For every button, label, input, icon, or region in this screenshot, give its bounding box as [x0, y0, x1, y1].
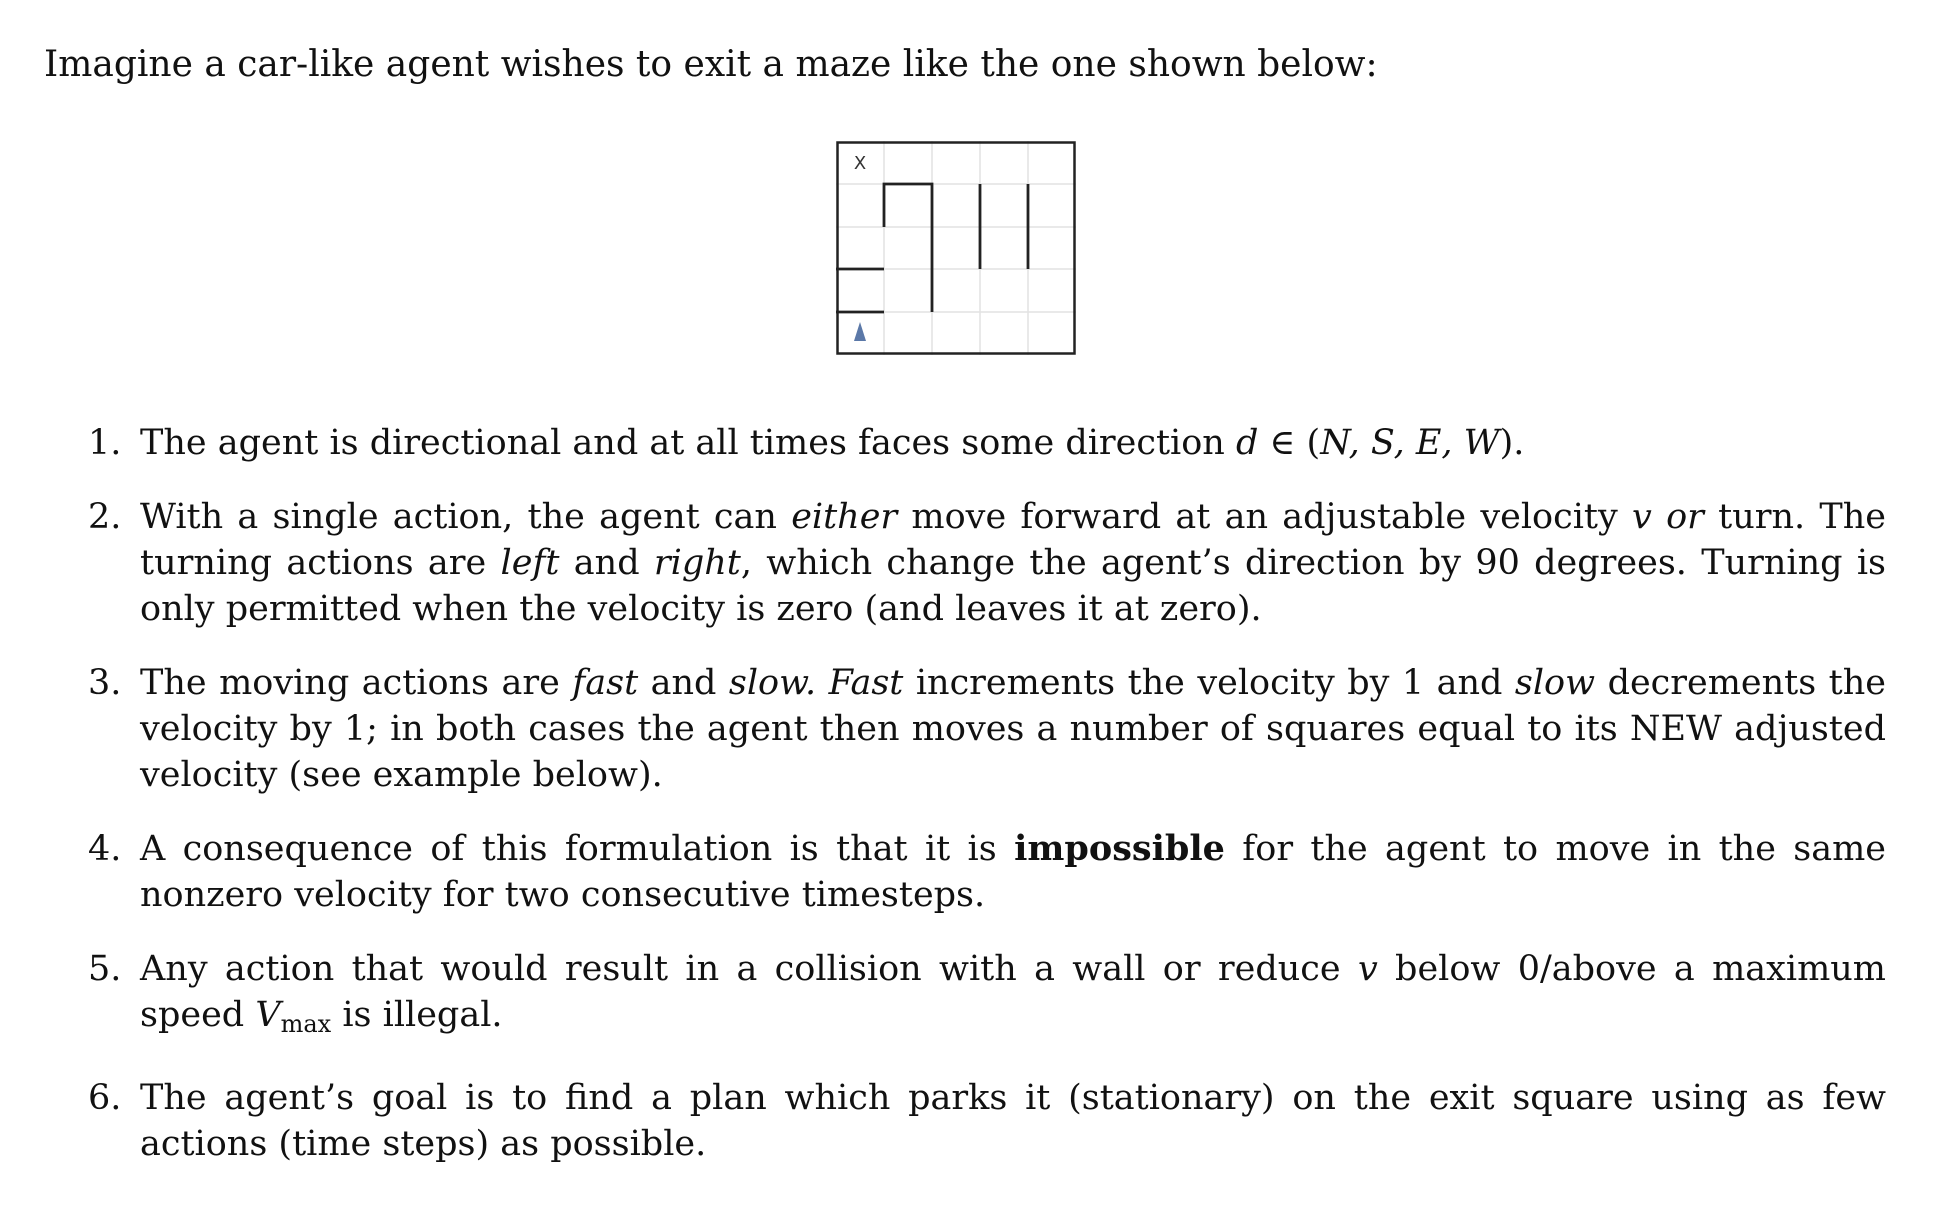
text-run: ).: [1499, 423, 1525, 463]
maze-walls: [836, 182, 1030, 314]
text-run: increments the velocity by 1 and: [903, 663, 1515, 703]
text-run: The agent is directional and at all time…: [140, 423, 1236, 463]
text-run: Any action that would result in a collis…: [140, 949, 1358, 989]
list-item-number: 3.: [88, 663, 122, 703]
math-symbol: d: [1235, 423, 1259, 463]
emphasis-text: slow: [1514, 663, 1596, 703]
maze-grid: X: [836, 141, 1076, 355]
text-run: [816, 663, 828, 703]
math-symbol: V: [255, 995, 281, 1035]
list-item-number: 1.: [88, 423, 122, 463]
list-item: 5. Any action that would result in a coll…: [88, 946, 1886, 1047]
list-item-number: 4.: [88, 829, 122, 869]
emphasis-text: left: [500, 543, 560, 583]
text-run: [1652, 497, 1666, 537]
document-page: Imagine a car-like agent wishes to exit …: [0, 0, 1958, 1206]
list-item-text: The agent is directional and at all time…: [140, 420, 1886, 466]
list-item: 1. The agent is directional and at all ti…: [88, 420, 1886, 466]
list-item: 2. With a single action, the agent can ei…: [88, 494, 1886, 632]
math-symbol: N, S, E, W: [1320, 423, 1500, 463]
maze-figure: X: [836, 141, 1076, 355]
bold-text: impossible: [1014, 828, 1225, 869]
list-item-text: The agent’s goal is to find a plan which…: [140, 1075, 1886, 1167]
text-run: and: [638, 663, 729, 703]
math-symbol: v: [1357, 949, 1378, 989]
list-item: 4. A consequence of this formulation is t…: [88, 826, 1886, 918]
emphasis-text: slow.: [728, 663, 817, 703]
exit-marker: X: [854, 153, 866, 174]
maze-wall: [882, 182, 934, 312]
list-item-text: The moving actions are fast and slow. Fa…: [140, 660, 1886, 798]
list-item-number: 6.: [88, 1078, 122, 1118]
text-run: ∈ (: [1258, 423, 1321, 463]
agent-triangle-icon: [854, 322, 866, 341]
subscript-text: max: [280, 1010, 332, 1038]
maze-gridlines: [836, 141, 1076, 355]
text-run: The agent’s goal is to find a plan which…: [140, 1078, 1886, 1164]
text-run: is illegal.: [331, 995, 503, 1035]
list-item-text: A consequence of this formulation is tha…: [140, 826, 1886, 918]
rules-list: 1. The agent is directional and at all ti…: [88, 420, 1886, 1195]
text-run: move forward at an adjustable velocity: [897, 497, 1633, 537]
text-run: A consequence of this formulation is tha…: [140, 829, 1015, 869]
emphasis-text: or: [1666, 497, 1704, 537]
emphasis-text: either: [791, 497, 898, 537]
emphasis-text: right: [653, 543, 741, 583]
list-item: 6. The agent’s goal is to find a plan whi…: [88, 1075, 1886, 1167]
intro-paragraph: Imagine a car-like agent wishes to exit …: [44, 44, 1378, 85]
list-item: 3. The moving actions are fast and slow. …: [88, 660, 1886, 798]
list-item-text: With a single action, the agent can eith…: [140, 494, 1886, 632]
maze-border: [836, 141, 1076, 355]
text-run: The moving actions are: [140, 663, 573, 703]
emphasis-text: Fast: [828, 663, 904, 703]
text-run: With a single action, the agent can: [140, 497, 792, 537]
text-run: and: [559, 543, 654, 583]
list-item-number: 5.: [88, 949, 122, 989]
math-symbol: v: [1632, 497, 1652, 537]
list-item-number: 2.: [88, 497, 122, 537]
list-item-text: Any action that would result in a collis…: [140, 946, 1886, 1047]
emphasis-text: fast: [572, 663, 639, 703]
